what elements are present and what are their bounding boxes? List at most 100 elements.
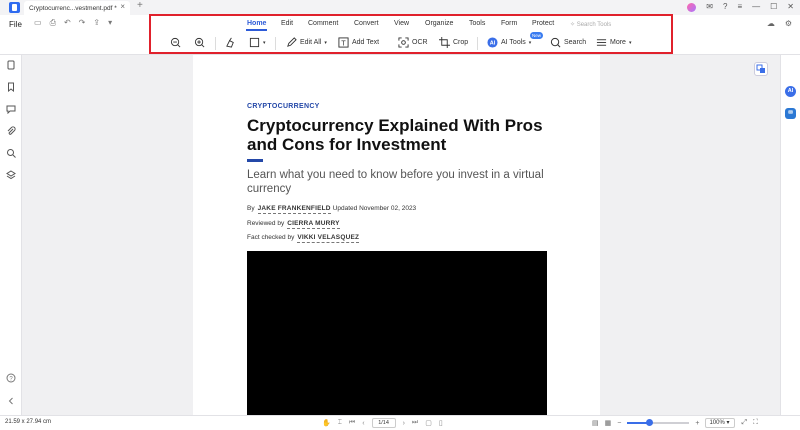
avatar[interactable] [687, 2, 697, 12]
document-tab[interactable]: Cryptocurrenc...vestment.pdf * × [24, 1, 130, 15]
more-button[interactable]: More ▾ [596, 37, 631, 48]
tab-edit[interactable]: Edit [281, 20, 293, 27]
cloud-upload-icon[interactable]: ☁ [767, 19, 775, 28]
print-icon[interactable]: ⎙ [50, 18, 56, 28]
article-category: CRYPTOCURRENCY [247, 103, 320, 110]
zoom-slider[interactable] [627, 419, 690, 426]
page-number-input[interactable]: 1/14 [371, 418, 396, 428]
search-icon[interactable] [6, 148, 16, 158]
help-circle-icon[interactable]: ? [6, 373, 16, 383]
close-window-icon[interactable]: ✕ [787, 2, 794, 12]
fact-checker-name[interactable]: VIKKI VELASQUEZ [297, 234, 360, 243]
dropdown-icon[interactable]: ▾ [108, 18, 112, 28]
fact-prefix: Fact checked by [247, 234, 295, 241]
right-sidebar: AI ✉ [780, 55, 800, 415]
close-tab-icon[interactable]: × [120, 2, 125, 11]
search-label: Search [564, 39, 587, 46]
zoom-slider-handle[interactable] [645, 419, 653, 426]
first-page-icon[interactable]: ⏮ [349, 419, 355, 427]
page-view-icon[interactable]: ▯ [439, 419, 443, 427]
bookmark-icon[interactable] [6, 82, 16, 92]
file-menu[interactable]: File [9, 20, 22, 29]
chevron-down-icon: ▾ [324, 39, 327, 46]
highlight-button[interactable] [225, 37, 236, 48]
view-mode-icon[interactable]: ▤ [592, 419, 599, 427]
search-button[interactable]: Search [550, 37, 586, 48]
scan-icon [398, 37, 409, 48]
save-icon[interactable]: ▭ [34, 18, 42, 28]
page-thumbnail-icon[interactable] [6, 60, 16, 70]
settings-icon[interactable]: ⚙ [785, 19, 792, 28]
undo-icon[interactable]: ↶ [64, 18, 71, 28]
menu-icon[interactable]: ≡ [737, 2, 742, 12]
zoom-in-icon [194, 37, 205, 48]
tab-protect[interactable]: Protect [532, 20, 554, 27]
tab-home[interactable]: Home [245, 20, 268, 31]
reviewer-line: Reviewed by CIERRA MURRY [247, 220, 342, 229]
search-icon [550, 37, 561, 48]
new-tab-icon[interactable]: + [137, 0, 143, 11]
crop-button[interactable]: Crop [439, 37, 468, 48]
article-subtitle: Learn what you need to know before you i… [247, 169, 544, 195]
translate-button[interactable] [754, 62, 768, 76]
outlook-icon[interactable]: ✉ [785, 108, 796, 119]
fullscreen-icon[interactable]: ⛶ [753, 419, 758, 427]
select-tool-icon[interactable]: ⌶ [338, 419, 342, 427]
pencil-icon [286, 37, 297, 48]
shape-button[interactable]: ▾ [249, 37, 266, 48]
svg-text:AI: AI [490, 41, 496, 47]
reviewer-name[interactable]: CIERRA MURRY [287, 220, 340, 229]
reading-mode-icon[interactable]: ▦ [605, 419, 612, 427]
zoom-out-icon [170, 37, 181, 48]
last-page-icon[interactable]: ⏭ [412, 419, 418, 427]
zoom-level-select[interactable]: 100% ▾ [705, 418, 736, 428]
next-page-icon[interactable]: › [403, 420, 405, 427]
tab-form[interactable]: Form [501, 20, 517, 27]
fit-page-icon[interactable]: ▢ [425, 419, 432, 427]
ai-assistant-button[interactable]: AI [785, 86, 796, 97]
layers-icon[interactable] [6, 170, 16, 180]
tab-organize[interactable]: Organize [425, 20, 453, 27]
author-line: By JAKE FRANKENFIELD Updated November 02, … [247, 205, 416, 214]
quick-access-toolbar: ▭ ⎙ ↶ ↷ ⇪ ▾ [34, 18, 112, 28]
text-box-icon: T [338, 37, 349, 48]
ribbon-tabs: Home Edit Comment Convert View Organize … [151, 19, 671, 32]
fit-width-icon[interactable]: ⤢ [741, 419, 747, 427]
minimize-icon[interactable]: — [752, 2, 760, 12]
maximize-icon[interactable]: ☐ [770, 2, 777, 12]
zoom-out-status-icon[interactable]: − [617, 420, 621, 427]
tab-comment[interactable]: Comment [308, 20, 338, 27]
ai-tools-button[interactable]: AI AI Tools ▾ [487, 37, 531, 48]
sparkle-icon: ✧ [570, 22, 577, 28]
tab-convert[interactable]: Convert [354, 20, 379, 27]
share-icon[interactable]: ⇪ [93, 18, 100, 28]
crop-icon [439, 37, 450, 48]
pdf-page: CRYPTOCURRENCY Cryptocurrency Explained … [193, 55, 600, 415]
tab-tools[interactable]: Tools [469, 20, 485, 27]
ocr-button[interactable]: OCR [398, 37, 428, 48]
help-icon[interactable]: ? [723, 2, 727, 12]
document-tab-title: Cryptocurrenc...vestment.pdf * [29, 4, 117, 12]
zoom-in-button[interactable] [194, 37, 205, 48]
add-text-button[interactable]: T Add Text [338, 37, 379, 48]
tab-view[interactable]: View [394, 20, 409, 27]
edit-all-button[interactable]: Edit All ▾ [286, 37, 327, 48]
mail-icon[interactable]: ✉ [706, 2, 713, 12]
zoom-out-button[interactable] [170, 37, 181, 48]
ocr-label: OCR [412, 39, 428, 46]
previous-page-icon[interactable]: ‹ [362, 420, 364, 427]
divider [477, 37, 478, 50]
zoom-in-status-icon[interactable]: + [695, 420, 699, 427]
redo-icon[interactable]: ↷ [79, 18, 86, 28]
add-text-label: Add Text [352, 39, 380, 46]
chevron-down-icon: ▾ [628, 39, 632, 46]
title-underline [247, 159, 263, 162]
collapse-left-icon[interactable] [6, 396, 16, 406]
svg-text:T: T [341, 38, 346, 47]
hand-tool-icon[interactable]: ✋ [322, 419, 331, 427]
ai-tools-label: AI Tools [501, 39, 526, 46]
comment-icon[interactable] [6, 104, 16, 114]
search-tools-input[interactable]: ✧ Search Tools [570, 21, 611, 28]
attachment-icon[interactable] [6, 126, 16, 136]
author-name[interactable]: JAKE FRANKENFIELD [257, 205, 331, 214]
